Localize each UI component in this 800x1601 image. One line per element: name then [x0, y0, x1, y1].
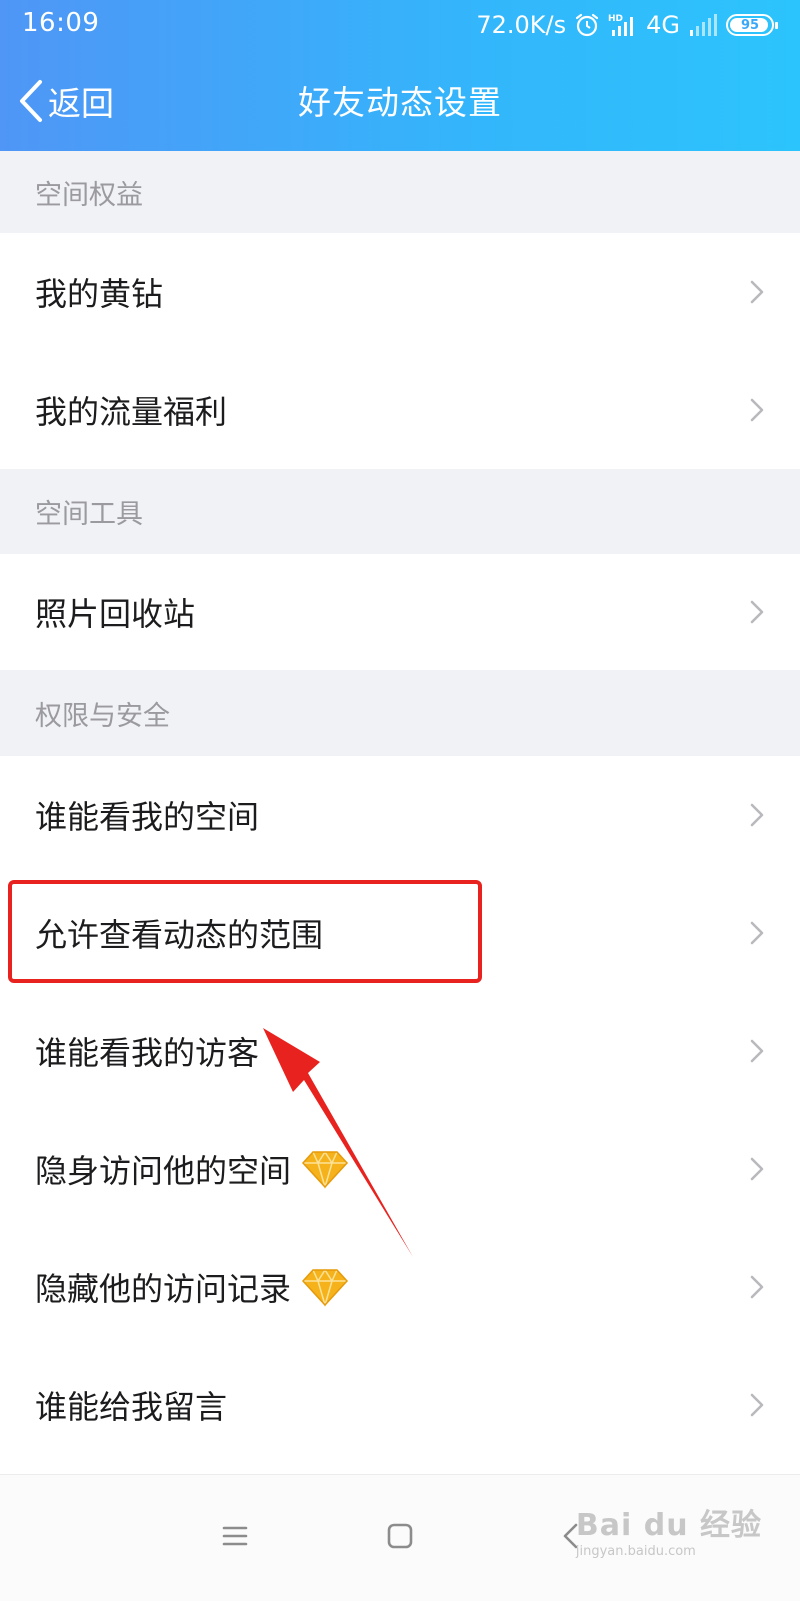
menu-item-invisible-visit[interactable]: 隐身访问他的空间 — [0, 1110, 800, 1228]
chevron-right-icon — [750, 398, 764, 422]
menu-item-who-can-see-my-visitors[interactable]: 谁能看我的访客 — [0, 992, 800, 1110]
menu-item-photo-recycle-bin[interactable]: 照片回收站 — [0, 554, 800, 670]
menu-item-label: 隐藏他的访问记录 — [35, 1270, 292, 1308]
section-header-space-rights: 空间权益 — [0, 151, 800, 233]
menu-item-label: 谁能看我的访客 — [35, 1034, 260, 1072]
menu-item-feed-visibility-range[interactable]: 允许查看动态的范围 — [0, 874, 800, 992]
section-header-permissions-security: 权限与安全 — [0, 670, 800, 756]
alarm-icon — [574, 12, 600, 38]
chevron-right-icon — [750, 1157, 764, 1181]
section-header-space-tools: 空间工具 — [0, 469, 800, 554]
hd-signal-icon: HD — [608, 12, 638, 38]
menu-item-my-yellow-diamond[interactable]: 我的黄钻 — [0, 233, 800, 351]
menu-item-label: 照片回收站 — [35, 595, 196, 633]
chevron-right-icon — [750, 803, 764, 827]
page-title: 好友动态设置 — [298, 83, 502, 122]
svg-text:HD: HD — [608, 14, 623, 24]
chevron-right-icon — [750, 1393, 764, 1417]
chevron-right-icon — [750, 921, 764, 945]
watermark-sub: jingyan.baidu.com — [575, 1544, 696, 1559]
battery-level: 95 — [740, 17, 760, 33]
menu-item-who-can-leave-message[interactable]: 谁能给我留言 — [0, 1346, 800, 1464]
menu-item-hide-visit-record[interactable]: 隐藏他的访问记录 — [0, 1228, 800, 1346]
chevron-right-icon — [750, 1275, 764, 1299]
chevron-right-icon — [750, 280, 764, 304]
menu-item-label: 允许查看动态的范围 — [35, 916, 324, 954]
cell-signal-icon — [688, 13, 718, 37]
status-time: 16:09 — [22, 8, 100, 38]
chevron-right-icon — [750, 1039, 764, 1063]
watermark: Bai du 经验 jingyan.baidu.com — [576, 1500, 762, 1559]
menu-button[interactable] — [210, 1511, 260, 1561]
chevron-right-icon — [750, 600, 764, 624]
menu-item-label: 隐身访问他的空间 — [35, 1152, 292, 1190]
status-indicators: 72.0K/s HD 4G 95 — [476, 10, 778, 40]
network-speed: 72.0K/s — [476, 11, 567, 39]
network-type: 4G — [646, 11, 680, 39]
watermark-main: Bai du 经验 — [575, 1508, 762, 1543]
menu-icon — [222, 1526, 248, 1546]
menu-item-label: 我的流量福利 — [35, 393, 228, 431]
battery-icon: 95 — [726, 14, 778, 36]
menu-item-who-can-see-my-space[interactable]: 谁能看我的空间 — [0, 756, 800, 874]
yellow-diamond-icon — [302, 1268, 349, 1307]
home-square-icon — [387, 1523, 413, 1549]
yellow-diamond-icon — [302, 1150, 349, 1189]
home-button[interactable] — [375, 1511, 425, 1561]
menu-item-label: 谁能给我留言 — [35, 1388, 228, 1426]
menu-item-label: 谁能看我的空间 — [35, 798, 260, 836]
menu-item-label: 我的黄钻 — [35, 275, 164, 313]
menu-item-traffic-benefits[interactable]: 我的流量福利 — [0, 351, 800, 469]
status-bar: 16:09 72.0K/s HD 4G 95 — [0, 0, 800, 50]
app-header: 16:09 72.0K/s HD 4G 95 返回 好友动态设置 — [0, 0, 800, 151]
